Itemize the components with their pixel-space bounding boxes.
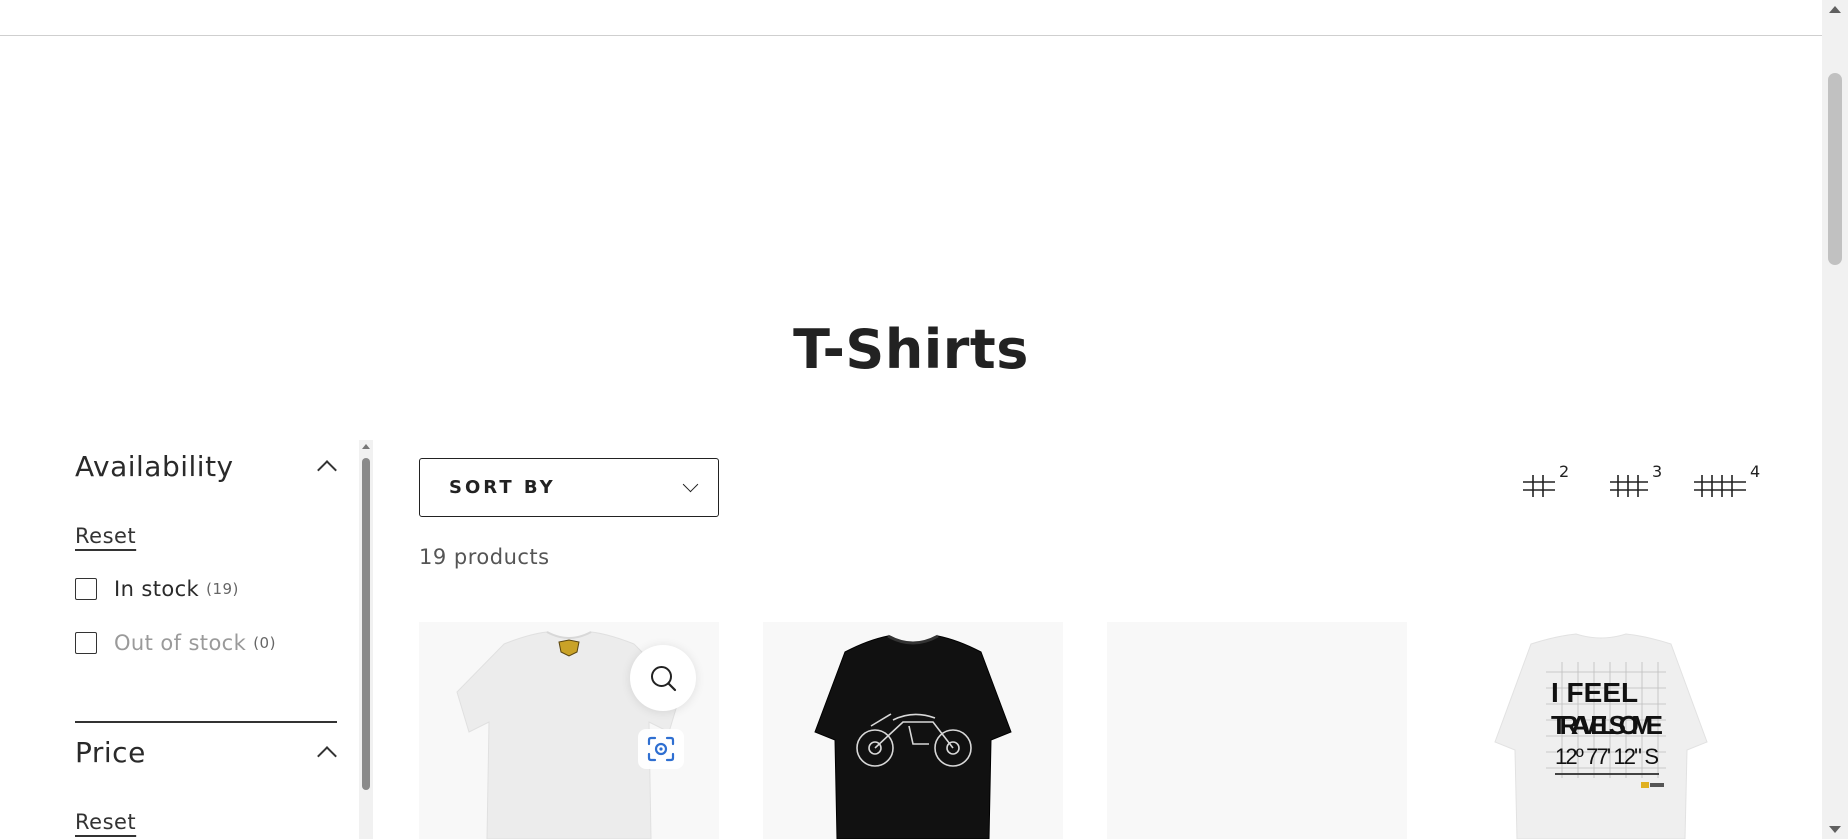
grid-3-label: 3	[1652, 462, 1663, 481]
chevron-down-icon	[682, 476, 699, 493]
price-reset-link[interactable]: Reset	[75, 810, 136, 834]
print-line-3: 12º 77' 12" S	[1555, 744, 1659, 769]
print-line-2: TRAVELSOME	[1551, 710, 1663, 740]
in-stock-label: In stock	[114, 577, 200, 601]
search-icon	[651, 666, 677, 692]
product-card[interactable]	[763, 622, 1063, 839]
product-card[interactable]: I FEEL TRAVELSOME 12º 77' 12" S	[1451, 622, 1751, 839]
scroll-down-arrow-icon[interactable]	[1829, 826, 1841, 833]
price-filter-header[interactable]: Price	[75, 736, 337, 769]
quick-view-button[interactable]	[630, 645, 696, 711]
grid-3-icon	[1610, 475, 1648, 497]
availability-reset-link[interactable]: Reset	[75, 524, 136, 548]
visual-search-button[interactable]	[638, 729, 684, 769]
scroll-up-arrow-icon[interactable]	[1829, 6, 1841, 13]
camera-lens-icon	[647, 736, 675, 762]
in-stock-checkbox[interactable]	[75, 578, 97, 600]
grid-2-label: 2	[1559, 462, 1570, 481]
filter-option-in-stock[interactable]: In stock (19)	[75, 577, 239, 601]
grid-3-columns-button[interactable]: 3	[1608, 462, 1662, 498]
page-scrollbar[interactable]	[1822, 0, 1848, 839]
page-title: T-Shirts	[793, 318, 1029, 381]
sidebar-scrollbar[interactable]	[359, 440, 373, 839]
grid-4-columns-button[interactable]: 4	[1692, 462, 1760, 498]
grid-2-icon	[1523, 475, 1555, 497]
grid-2-columns-button[interactable]: 2	[1521, 462, 1569, 498]
chevron-up-icon[interactable]	[317, 459, 337, 480]
sort-by-label: SORT BY	[449, 477, 556, 498]
in-stock-count: (19)	[206, 580, 239, 598]
grid-4-label: 4	[1750, 462, 1761, 481]
filter-divider	[75, 721, 337, 723]
out-of-stock-count: (0)	[253, 634, 276, 652]
print-line-1: I FEEL	[1551, 677, 1638, 708]
out-of-stock-label: Out of stock	[114, 631, 247, 655]
chevron-up-icon[interactable]	[317, 745, 337, 766]
product-image-white-tshirt-travel-print: I FEEL TRAVELSOME 12º 77' 12" S	[1494, 633, 1708, 839]
product-count: 19 products	[419, 545, 550, 569]
out-of-stock-checkbox[interactable]	[75, 632, 97, 654]
availability-filter-title: Availability	[75, 450, 234, 483]
product-card-image-loading[interactable]	[1107, 622, 1407, 839]
sort-by-dropdown[interactable]: SORT BY	[419, 458, 719, 517]
availability-filter-header[interactable]: Availability	[75, 450, 337, 483]
scroll-up-arrow-icon[interactable]	[362, 444, 370, 449]
page-scrollbar-thumb[interactable]	[1828, 73, 1842, 265]
grid-4-icon	[1694, 475, 1746, 497]
filter-option-out-of-stock[interactable]: Out of stock (0)	[75, 631, 276, 655]
product-image-black-tshirt-motorcycle	[814, 634, 1012, 839]
sidebar-scrollbar-thumb[interactable]	[362, 458, 370, 790]
site-header	[0, 0, 1822, 36]
price-filter-title: Price	[75, 736, 146, 769]
filter-sidebar: Availability Reset In stock (19) Out of …	[0, 440, 372, 839]
